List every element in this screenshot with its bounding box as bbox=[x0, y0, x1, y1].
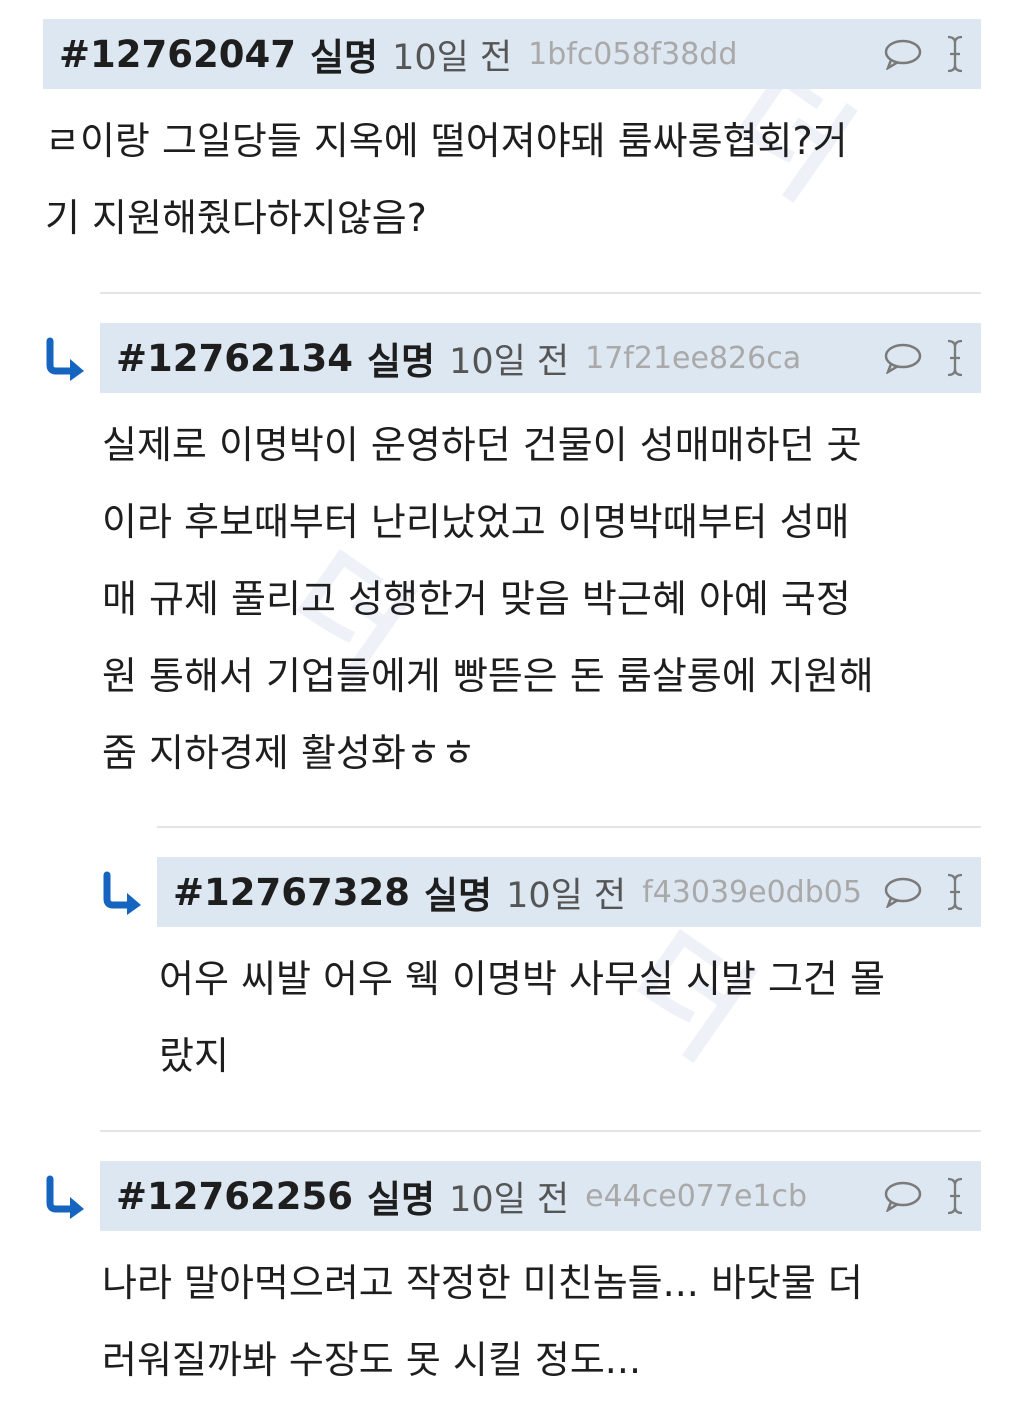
comment-line: 러워질까봐 수장도 못 시킬 정도... bbox=[102, 1338, 642, 1382]
divider bbox=[100, 292, 981, 294]
timestamp: 10일 전 bbox=[506, 875, 627, 916]
text-cursor-icon[interactable] bbox=[945, 338, 965, 378]
comment-number[interactable]: #12767328 bbox=[173, 871, 410, 914]
timestamp: 10일 전 bbox=[449, 1179, 570, 1220]
comment-body: 나라 말아먹으려고 작정한 미친놈들... 바닷물 더 러워질까봐 수장도 못 … bbox=[100, 1231, 981, 1399]
comment-line: 줌 지하경제 활성화ㅎㅎ bbox=[102, 731, 476, 775]
comment-actions bbox=[883, 1161, 965, 1231]
comment-actions bbox=[883, 323, 965, 393]
comment-header: #12762256 실명 10일 전 e44ce077e1cb bbox=[100, 1161, 981, 1231]
comment-header: #12762047 실명 10일 전 1bfc058f38dd bbox=[43, 19, 981, 89]
comment-number[interactable]: #12762134 bbox=[116, 337, 353, 380]
text-cursor-icon[interactable] bbox=[945, 1176, 965, 1216]
comment: #12767328 실명 10일 전 f43039e0db05 어우 씨발 어우… bbox=[157, 857, 981, 1095]
user-hash: f43039e0db05 bbox=[642, 874, 862, 910]
comment: #12762134 실명 10일 전 17f21ee826ca 실제로 이명박이… bbox=[100, 323, 981, 792]
comment-body: 실제로 이명박이 운영하던 건물이 성매매하던 곳 이라 후보때부터 난리났었고… bbox=[100, 393, 981, 792]
user-hash: e44ce077e1cb bbox=[585, 1178, 808, 1214]
comment-bubble-icon[interactable] bbox=[883, 876, 923, 908]
text-cursor-icon[interactable] bbox=[945, 872, 965, 912]
comment-actions bbox=[883, 857, 965, 927]
comment-body: ㄹ이랑 그일당들 지옥에 떨어져야돼 룸싸롱협회?거 기 지원해줬다하지않음? bbox=[43, 89, 981, 257]
comment-header: #12767328 실명 10일 전 f43039e0db05 bbox=[157, 857, 981, 927]
author-name: 실명 bbox=[366, 1178, 436, 1221]
comment: #12762047 실명 10일 전 1bfc058f38dd ㄹ이랑 그일당들… bbox=[43, 19, 981, 257]
author-name: 실명 bbox=[309, 36, 379, 79]
divider bbox=[100, 1130, 981, 1132]
comment-line: ㄹ이랑 그일당들 지옥에 떨어져야돼 룸싸롱협회?거 bbox=[45, 119, 848, 163]
comment-line: 기 지원해줬다하지않음? bbox=[45, 196, 427, 240]
comment-line: 매 규제 풀리고 성행한거 맞음 박근혜 아예 국정 bbox=[102, 577, 851, 621]
comment-bubble-icon[interactable] bbox=[883, 38, 923, 70]
user-hash: 1bfc058f38dd bbox=[528, 36, 738, 72]
author-name: 실명 bbox=[366, 340, 436, 383]
timestamp: 10일 전 bbox=[392, 37, 513, 78]
comment-bubble-icon[interactable] bbox=[883, 1180, 923, 1212]
comment-line: 랐지 bbox=[159, 1034, 229, 1078]
comment: #12762256 실명 10일 전 e44ce077e1cb 나라 말아먹으려… bbox=[100, 1161, 981, 1399]
comment-line: 이라 후보때부터 난리났었고 이명박때부터 성매 bbox=[102, 500, 850, 544]
comment-header: #12762134 실명 10일 전 17f21ee826ca bbox=[100, 323, 981, 393]
reply-arrow-icon bbox=[46, 337, 84, 381]
divider bbox=[157, 826, 981, 828]
text-cursor-icon[interactable] bbox=[945, 34, 965, 74]
comment-number[interactable]: #12762256 bbox=[116, 1175, 353, 1218]
comment-bubble-icon[interactable] bbox=[883, 342, 923, 374]
comment-line: 실제로 이명박이 운영하던 건물이 성매매하던 곳 bbox=[102, 423, 862, 467]
comment-body: 어우 씨발 어우 웩 이명박 사무실 시발 그건 몰 랐지 bbox=[157, 927, 981, 1095]
reply-arrow-icon bbox=[46, 1175, 84, 1219]
comment-line: 원 통해서 기업들에게 빵뜯은 돈 룸살롱에 지원해 bbox=[102, 654, 874, 698]
author-name: 실명 bbox=[423, 874, 493, 917]
comment-number[interactable]: #12762047 bbox=[59, 33, 296, 76]
comment-line: 나라 말아먹으려고 작정한 미친놈들... 바닷물 더 bbox=[102, 1261, 863, 1305]
timestamp: 10일 전 bbox=[449, 341, 570, 382]
comment-actions bbox=[883, 19, 965, 89]
comment-line: 어우 씨발 어우 웩 이명박 사무실 시발 그건 몰 bbox=[159, 957, 885, 1001]
reply-arrow-icon bbox=[103, 871, 141, 915]
user-hash: 17f21ee826ca bbox=[585, 340, 802, 376]
